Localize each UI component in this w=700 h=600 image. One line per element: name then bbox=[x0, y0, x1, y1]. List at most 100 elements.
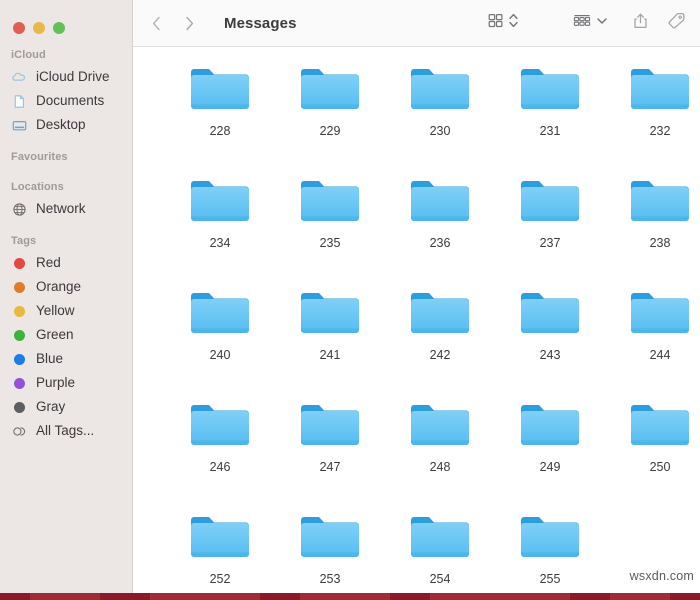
folder-item[interactable]: 252 bbox=[165, 509, 275, 593]
folder-item[interactable]: 247 bbox=[275, 397, 385, 509]
folder-label: 235 bbox=[319, 236, 341, 250]
folder-item[interactable]: 248 bbox=[385, 397, 495, 509]
folder-item[interactable]: 253 bbox=[275, 509, 385, 593]
chevron-down-icon bbox=[596, 12, 608, 34]
folder-item[interactable]: 254 bbox=[385, 509, 495, 593]
folder-item[interactable]: 240 bbox=[165, 285, 275, 397]
desktop-icon bbox=[11, 117, 28, 134]
folder-icon bbox=[629, 64, 691, 114]
folder-item[interactable]: 231 bbox=[495, 61, 605, 173]
finder-window: iCloud iCloud Drive Documents Desktop Fa… bbox=[0, 0, 700, 600]
sidebar-item-label: Yellow bbox=[36, 303, 75, 319]
folder-label: 240 bbox=[209, 348, 231, 362]
watermark: wsxdn.com bbox=[629, 569, 694, 583]
folder-icon bbox=[519, 512, 581, 562]
folder-icon bbox=[189, 512, 251, 562]
folder-icon bbox=[519, 288, 581, 338]
folder-item[interactable]: 237 bbox=[495, 173, 605, 285]
folder-icon bbox=[519, 176, 581, 226]
sidebar-item-label: Purple bbox=[36, 375, 76, 391]
folder-item[interactable]: 232 bbox=[605, 61, 700, 173]
sidebar-item-tag-orange[interactable]: Orange bbox=[0, 275, 132, 299]
folder-item[interactable]: 255 bbox=[495, 509, 605, 593]
sidebar-item-tag-green[interactable]: Green bbox=[0, 323, 132, 347]
folder-label: 242 bbox=[429, 348, 451, 362]
folder-label: 248 bbox=[429, 460, 451, 474]
sidebar-item-label: Red bbox=[36, 255, 61, 271]
folder-item[interactable]: 229 bbox=[275, 61, 385, 173]
forward-button[interactable] bbox=[184, 14, 195, 32]
folder-item[interactable]: 243 bbox=[495, 285, 605, 397]
folder-label: 229 bbox=[319, 124, 341, 138]
share-button[interactable] bbox=[632, 11, 649, 35]
folder-item[interactable]: 230 bbox=[385, 61, 495, 173]
view-mode-button[interactable] bbox=[487, 11, 519, 35]
folder-label: 247 bbox=[319, 460, 341, 474]
folder-label: 244 bbox=[649, 348, 671, 362]
sidebar-item-tag-purple[interactable]: Purple bbox=[0, 371, 132, 395]
minimize-button[interactable] bbox=[33, 21, 45, 34]
tag-button[interactable] bbox=[667, 11, 686, 35]
folder-item[interactable]: 234 bbox=[165, 173, 275, 285]
bottom-red-bar bbox=[0, 593, 700, 600]
sidebar-item-label: Orange bbox=[36, 279, 82, 295]
icon-view-grid-icon bbox=[487, 12, 504, 34]
folder-item[interactable]: 236 bbox=[385, 173, 495, 285]
sidebar-item-label: Desktop bbox=[36, 117, 86, 133]
tag-dot-icon bbox=[11, 279, 28, 296]
folder-icon bbox=[299, 400, 361, 450]
folder-label: 252 bbox=[209, 572, 231, 586]
folder-item[interactable]: 249 bbox=[495, 397, 605, 509]
folder-label: 237 bbox=[539, 236, 561, 250]
file-browser-content[interactable]: 228 229 230 231 232 234 235 236 237 238 240 241 242 2… bbox=[133, 47, 700, 593]
group-by-button[interactable] bbox=[572, 11, 608, 35]
sidebar-item-tag-gray[interactable]: Gray bbox=[0, 395, 132, 419]
sidebar-item-tag-blue[interactable]: Blue bbox=[0, 347, 132, 371]
folder-item[interactable]: 242 bbox=[385, 285, 495, 397]
sidebar-item-label: iCloud Drive bbox=[36, 69, 110, 85]
sidebar-item-documents[interactable]: Documents bbox=[0, 89, 132, 113]
sidebar-item-desktop[interactable]: Desktop bbox=[0, 113, 132, 137]
folder-item[interactable]: 228 bbox=[165, 61, 275, 173]
folder-item[interactable]: 235 bbox=[275, 173, 385, 285]
folder-item[interactable]: 238 bbox=[605, 173, 700, 285]
folder-grid: 228 229 230 231 232 234 235 236 237 238 240 241 242 2… bbox=[133, 61, 700, 593]
folder-icon bbox=[409, 400, 471, 450]
sidebar-item-label: Blue bbox=[36, 351, 64, 367]
sidebar-item-all-tags[interactable]: All Tags... bbox=[0, 419, 132, 443]
folder-icon bbox=[409, 512, 471, 562]
folder-icon bbox=[519, 400, 581, 450]
folder-icon bbox=[189, 176, 251, 226]
sidebar-item-icloud-drive[interactable]: iCloud Drive bbox=[0, 65, 132, 89]
sidebar-item-label: All Tags... bbox=[36, 423, 95, 439]
folder-label: 234 bbox=[209, 236, 231, 250]
folder-icon bbox=[629, 288, 691, 338]
folder-icon bbox=[299, 512, 361, 562]
folder-label: 231 bbox=[539, 124, 561, 138]
folder-label: 232 bbox=[649, 124, 671, 138]
sidebar-group-favourites-title: Favourites bbox=[11, 151, 68, 163]
main-area: Messages 228 229 230 231 232 234 235 236… bbox=[133, 0, 700, 593]
folder-label: 253 bbox=[319, 572, 341, 586]
sidebar-item-tag-red[interactable]: Red bbox=[0, 251, 132, 275]
close-button[interactable] bbox=[13, 21, 25, 34]
sidebar-item-tag-yellow[interactable]: Yellow bbox=[0, 299, 132, 323]
folder-label: 243 bbox=[539, 348, 561, 362]
maximize-button[interactable] bbox=[53, 21, 65, 34]
folder-icon bbox=[299, 64, 361, 114]
sidebar-item-network[interactable]: Network bbox=[0, 197, 132, 221]
toolbar: Messages bbox=[133, 0, 700, 47]
sidebar-group-tags-title: Tags bbox=[11, 235, 37, 247]
folder-item[interactable]: 241 bbox=[275, 285, 385, 397]
folder-icon bbox=[189, 64, 251, 114]
folder-item[interactable]: 246 bbox=[165, 397, 275, 509]
folder-label: 246 bbox=[209, 460, 231, 474]
folder-label: 238 bbox=[649, 236, 671, 250]
folder-icon bbox=[299, 176, 361, 226]
folder-item[interactable]: 244 bbox=[605, 285, 700, 397]
tag-dot-icon bbox=[11, 255, 28, 272]
folder-label: 250 bbox=[649, 460, 671, 474]
back-button[interactable] bbox=[151, 14, 162, 32]
folder-item[interactable]: 250 bbox=[605, 397, 700, 509]
sidebar-item-label: Documents bbox=[36, 93, 105, 109]
